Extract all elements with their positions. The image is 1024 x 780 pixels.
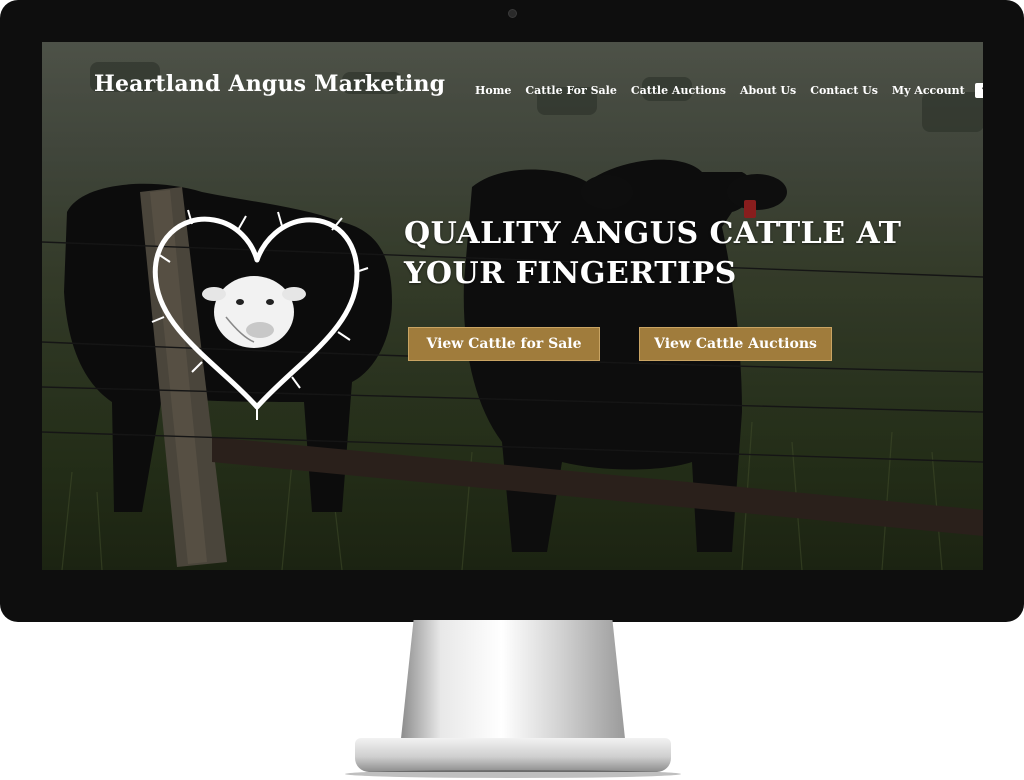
monitor-stand-base [355,738,671,772]
hero-headline-line-2: YOUR FINGERTIPS [404,256,737,291]
nav-home[interactable]: Home [475,84,511,97]
main-navigation: Home Cattle For Sale Cattle Auctions Abo… [475,80,983,100]
site-title[interactable]: Heartland Angus Marketing [94,71,445,97]
hero-headline: QUALITY ANGUS CATTLE AT YOUR FINGERTIPS [404,214,924,294]
barbed-wire-heart-cow-icon [151,209,369,420]
camera-icon [508,9,517,18]
website-screen: Heartland Angus Marketing Home Cattle Fo… [42,42,983,570]
nav-my-account[interactable]: My Account [892,84,965,97]
monitor-stand-neck [400,620,626,748]
monitor-stand-shadow [345,770,681,778]
nav-about-us[interactable]: About Us [740,84,796,97]
view-cattle-auctions-button[interactable]: View Cattle Auctions [639,327,832,361]
nav-cattle-auctions[interactable]: Cattle Auctions [631,84,726,97]
nav-contact-us[interactable]: Contact Us [810,84,878,97]
monitor-bezel: Heartland Angus Marketing Home Cattle Fo… [0,0,1024,622]
nav-cattle-for-sale[interactable]: Cattle For Sale [525,84,616,97]
hero-headline-line-1: QUALITY ANGUS CATTLE AT [404,216,902,251]
view-cattle-for-sale-button[interactable]: View Cattle for Sale [408,327,600,361]
facebook-icon[interactable]: f [974,82,983,99]
